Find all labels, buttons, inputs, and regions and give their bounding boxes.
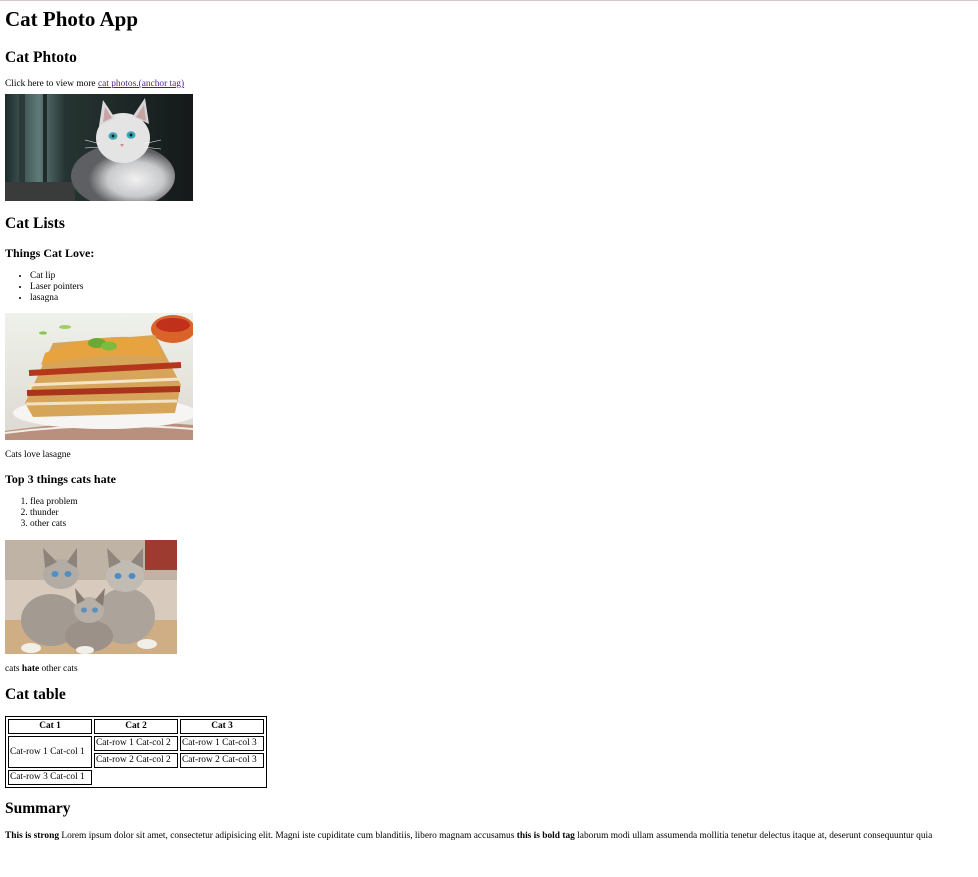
lasagna-caption: Cats love lasagne [5,450,71,460]
table-cell: Cat-row 1 Cat-col 3 [180,736,264,751]
cat-window-image [5,94,193,201]
table-header-cell: Cat 2 [94,719,178,734]
things-cat-love-heading: Things Cat Love: [5,246,95,260]
kittens-illustration [5,540,177,654]
table-cell: Cat-row 2 Cat-col 2 [94,753,178,768]
table-cell: Cat-row 1 Cat-col 2 [94,736,178,751]
table-header-cell: Cat 3 [180,719,264,734]
cat-photo-heading: Cat Phtoto [5,49,77,66]
cat-hate-list: flea problem thunder other cats [5,497,978,530]
lasagna-image [5,313,193,440]
table-cell: Cat-row 3 Cat-col 1 [8,770,92,785]
view-more-prefix: Click here to view more [5,79,98,89]
cat-photos-link[interactable]: cat photos.(anchor tag) [98,79,184,89]
cat-table-wrapper: Cat 1 Cat 2 Cat 3 Cat-row 1 Cat-col 1 Ca… [5,716,978,788]
summary-text-2: laborum modi ullam assumenda mollitia te… [574,831,933,841]
list-item: thunder [30,508,978,519]
table-cell: Cat-row 1 Cat-col 1 [8,736,92,768]
hate-caption-suffix: other cats [39,664,78,674]
page-title: Cat Photo App [5,7,139,31]
things-cats-hate-heading: Top 3 things cats hate [5,472,116,486]
summary-text-1: Lorem ipsum dolor sit amet, consectetur … [59,831,517,841]
cat-window-illustration [5,94,193,201]
summary-heading: Summary [5,800,71,817]
hate-caption: cats hate other cats [5,664,978,675]
table-row: Cat-row 1 Cat-col 1 Cat-row 1 Cat-col 2 … [8,736,264,768]
list-item: other cats [30,519,978,530]
hate-caption-prefix: cats [5,664,22,674]
table-row: Cat-row 3 Cat-col 1 [8,770,264,785]
list-item: Cat lip [30,271,978,282]
page-content: Cat Photo App Cat Phtoto Click here to v… [0,7,978,842]
hate-caption-bold: hate [21,664,40,674]
summary-paragraph: This is strong Lorem ipsum dolor sit ame… [5,831,978,842]
table-header-row: Cat 1 Cat 2 Cat 3 [8,719,264,734]
kittens-image [5,540,177,654]
list-item: Laser pointers [30,282,978,293]
cat-table: Cat 1 Cat 2 Cat 3 Cat-row 1 Cat-col 1 Ca… [5,716,267,788]
table-cell: Cat-row 2 Cat-col 3 [180,753,264,768]
lasagna-illustration [5,313,193,440]
summary-bold-text: this is bold tag [516,831,575,841]
cat-love-list: Cat lip Laser pointers lasagna [5,271,978,304]
table-header-cell: Cat 1 [8,719,92,734]
cat-lists-heading: Cat Lists [5,215,65,232]
cat-table-heading: Cat table [5,686,66,703]
view-more-text: Click here to view more cat photos.(anch… [5,79,978,90]
summary-strong-text: This is strong [5,831,60,841]
list-item: flea problem [30,497,978,508]
list-item: lasagna [30,293,978,304]
